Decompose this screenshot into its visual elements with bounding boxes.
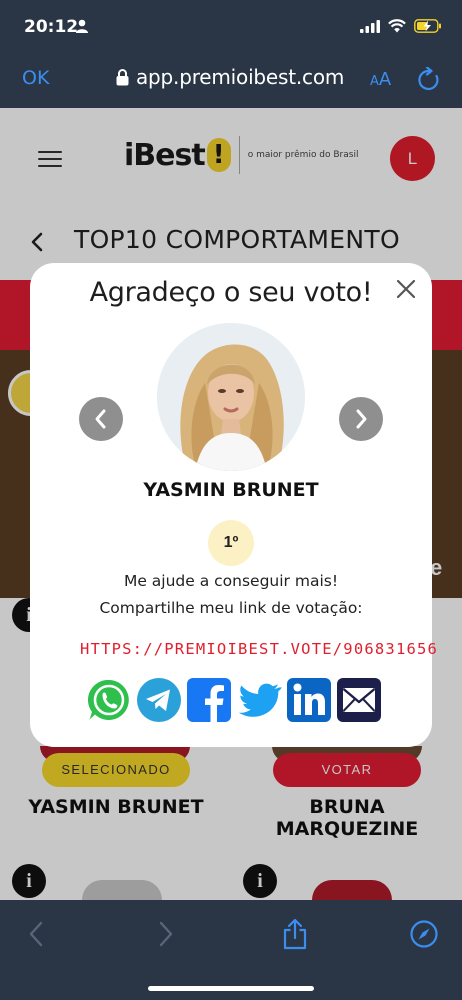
text-size-button[interactable]: AA (370, 69, 391, 90)
done-button[interactable]: OK (22, 67, 49, 89)
vote-confirmation-modal: Agradeço o seu voto! YASMIN BRUNET 1º Me (30, 263, 437, 747)
previous-candidate-button[interactable] (79, 397, 123, 441)
twitter-icon[interactable] (236, 677, 282, 723)
whatsapp-icon[interactable] (86, 677, 132, 723)
close-icon[interactable] (396, 279, 416, 299)
share-message: Me ajude a conseguir mais! (123, 572, 339, 590)
modal-title: Agradeço o seu voto! (89, 277, 373, 308)
home-indicator[interactable] (148, 986, 314, 991)
browser-url-bar: OK app.premioibest.com AA (0, 55, 462, 108)
status-indicators (360, 19, 442, 33)
share-icons-row (86, 677, 381, 723)
share-instruction: Compartilhe meu link de votação: (99, 599, 363, 617)
wifi-icon (388, 19, 406, 33)
candidate-portrait-image (157, 323, 305, 471)
modal-candidate-name: YASMIN BRUNET (143, 479, 319, 501)
email-icon[interactable] (336, 677, 382, 723)
candidate-photo (157, 323, 305, 471)
browser-toolbar (0, 900, 462, 1000)
next-candidate-button[interactable] (339, 397, 383, 441)
status-bar: 20:12 (0, 0, 462, 55)
chevron-right-icon (356, 409, 367, 429)
cellular-signal-icon (360, 19, 380, 33)
chevron-left-icon (95, 409, 106, 429)
rank-badge: 1º (208, 520, 254, 566)
back-icon[interactable] (28, 920, 44, 948)
address-field[interactable]: app.premioibest.com (116, 65, 344, 89)
vote-link[interactable]: HTTPS://PREMIOIBEST.VOTE/906831656 (80, 640, 438, 658)
telegram-icon[interactable] (136, 677, 182, 723)
person-icon (76, 19, 88, 33)
compass-icon[interactable] (410, 920, 438, 948)
url-text: app.premioibest.com (136, 65, 345, 89)
status-time: 20:12 (24, 17, 79, 37)
forward-icon[interactable] (158, 920, 174, 948)
linkedin-icon[interactable] (286, 677, 332, 723)
text-size-small-label: A (370, 74, 379, 89)
facebook-icon[interactable] (186, 677, 232, 723)
share-icon[interactable] (282, 918, 308, 950)
lock-icon (116, 68, 129, 85)
text-size-large-label: A (378, 69, 392, 90)
reload-icon[interactable] (417, 67, 441, 93)
battery-charging-icon (414, 19, 441, 33)
